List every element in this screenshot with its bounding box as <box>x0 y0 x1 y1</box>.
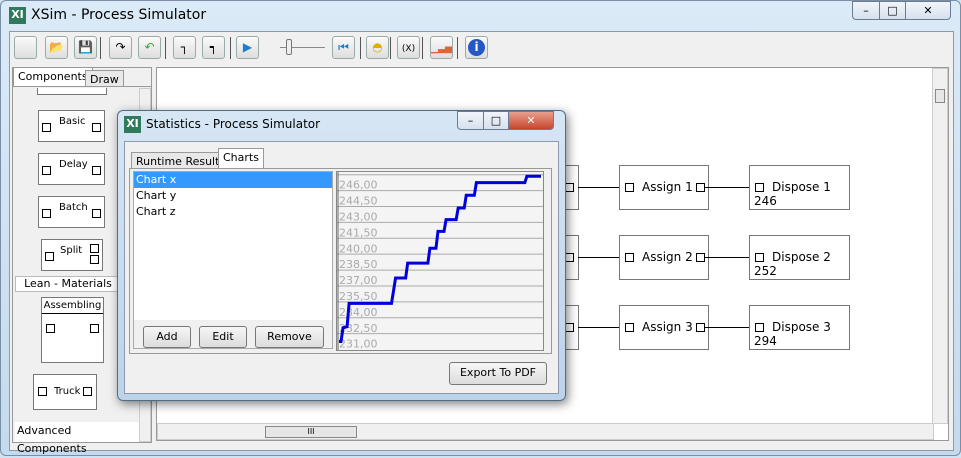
toolbar-separator <box>390 37 391 59</box>
save-icon: 💾 <box>78 40 93 54</box>
component-basic[interactable]: Basic <box>38 110 105 142</box>
chart-svg: 246,00 244,50 243,00 241,50 240,00 238,50 237,… <box>337 172 543 350</box>
toolbar-separator <box>230 37 231 59</box>
vertical-scrollbar[interactable] <box>932 68 948 424</box>
folder-icon: 📂 <box>49 40 64 54</box>
dispose-node[interactable]: Dispose 1 246 <box>749 165 850 210</box>
toolbar-separator <box>165 37 166 59</box>
tab-runtime-results[interactable]: Runtime Results <box>131 152 231 169</box>
assign-node[interactable]: Assign 3 <box>619 305 709 350</box>
reset-button[interactable]: ⏮ <box>332 36 355 59</box>
dialog-maximize-button[interactable]: □ <box>483 111 509 130</box>
minimize-button[interactable]: – <box>852 1 880 20</box>
bar-chart-icon: ▁▃▅ <box>431 44 452 54</box>
y-tick-label: 231,00 <box>339 338 378 350</box>
chart-area: 246,00 244,50 243,00 241,50 240,00 238,50 237,… <box>336 171 544 351</box>
edit-button[interactable]: Edit <box>199 326 247 348</box>
redo-button[interactable]: ↷ <box>109 36 132 59</box>
y-tick-label: 237,00 <box>339 274 378 287</box>
close-button[interactable]: ✕ <box>905 1 951 20</box>
dispose-node[interactable]: Dispose 2 252 <box>749 235 850 280</box>
y-tick-label: 246,00 <box>339 179 378 192</box>
y-tick-label: 243,00 <box>339 211 378 224</box>
new-button[interactable] <box>14 36 37 59</box>
component-truck[interactable]: Truck <box>33 374 97 410</box>
y-tick-label: 241,50 <box>339 226 378 239</box>
hardhat-icon: ◓ <box>372 40 383 54</box>
remove-button[interactable]: Remove <box>255 326 324 348</box>
undo-icon: ↶ <box>144 40 155 54</box>
toolbar-separator <box>457 37 458 59</box>
statistics-button[interactable]: ▁▃▅ <box>430 36 453 59</box>
y-tick-label: 244,50 <box>339 195 378 208</box>
section-advanced-components[interactable]: Advanced Components <box>15 422 139 455</box>
chart-list-item[interactable]: Chart y <box>134 188 332 204</box>
component-partial[interactable] <box>37 88 107 95</box>
resources-button[interactable]: ◓ <box>366 36 389 59</box>
assign-node[interactable]: Assign 1 <box>619 165 709 210</box>
play-button[interactable]: ▶ <box>236 36 259 59</box>
y-tick-label: 238,50 <box>339 258 378 271</box>
dialog-close-button[interactable]: ✕ <box>508 111 554 130</box>
chart-list-item[interactable]: Chart z <box>134 204 332 220</box>
tab-draw[interactable]: Draw <box>85 70 124 86</box>
connect-icon: ┐ <box>180 40 189 54</box>
scrollbar-thumb[interactable]: III <box>265 426 357 438</box>
component-assembling[interactable]: Assembling <box>41 297 104 363</box>
window-title: XSim - Process Simulator <box>31 7 207 23</box>
component-batch[interactable]: Batch <box>38 196 105 228</box>
undo-button[interactable]: ↶ <box>138 36 161 59</box>
info-icon: i <box>468 39 485 56</box>
export-pdf-button[interactable]: Export To PDF <box>449 362 547 385</box>
horizontal-scrollbar[interactable]: III <box>157 423 934 440</box>
save-button[interactable]: 💾 <box>74 36 97 59</box>
connect-alt-button[interactable]: ┑ <box>202 36 225 59</box>
component-split[interactable]: Split <box>41 239 103 271</box>
statistics-dialog: XI Statistics - Process Simulator – □ ✕ … <box>117 110 566 401</box>
app-logo: XI <box>9 7 26 24</box>
component-delay[interactable]: Delay <box>38 153 105 185</box>
toolbar-separator <box>422 37 423 59</box>
toolbar-separator <box>360 37 361 59</box>
dialog-title: Statistics - Process Simulator <box>146 117 321 131</box>
play-icon: ▶ <box>242 40 253 54</box>
skip-back-icon: ⏮ <box>338 40 349 54</box>
chart-list-item[interactable]: Chart x <box>134 172 332 188</box>
toolbar-separator <box>100 37 101 59</box>
dialog-logo: XI <box>124 116 141 133</box>
connect-button[interactable]: ┐ <box>173 36 196 59</box>
section-lean-materials[interactable]: Lean - Materials <box>15 276 121 292</box>
tab-components[interactable]: Components <box>13 67 93 86</box>
y-tick-label: 234,00 <box>339 306 378 319</box>
chart-list: Chart x Chart y Chart z Add Edit Remove <box>133 171 333 349</box>
variables-button[interactable]: (X) <box>397 36 420 59</box>
about-button[interactable]: i <box>465 36 488 59</box>
speed-slider-thumb[interactable] <box>286 39 292 55</box>
dialog-minimize-button[interactable]: – <box>457 111 484 130</box>
dispose-node[interactable]: Dispose 3 294 <box>749 305 850 350</box>
y-tick-label: 240,00 <box>339 242 378 255</box>
connect-node-icon: ┑ <box>209 40 218 54</box>
open-button[interactable]: 📂 <box>45 36 68 59</box>
tab-charts[interactable]: Charts <box>218 148 264 169</box>
maximize-button[interactable]: □ <box>879 1 906 20</box>
redo-icon: ↷ <box>115 40 126 54</box>
variable-icon: (X) <box>401 44 416 54</box>
assign-node[interactable]: Assign 2 <box>619 235 709 280</box>
add-button[interactable]: Add <box>143 326 191 348</box>
y-tick-label: 235,50 <box>339 290 378 303</box>
